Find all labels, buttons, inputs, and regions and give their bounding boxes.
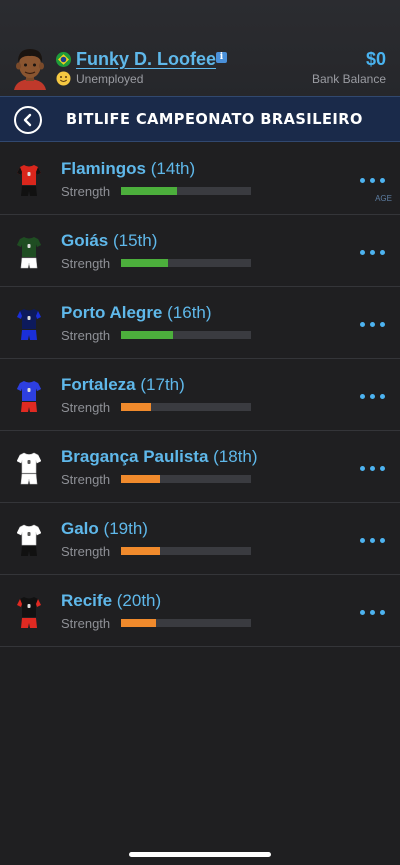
strength-fill xyxy=(121,403,151,411)
team-name: Fortaleza xyxy=(61,375,136,394)
back-button[interactable] xyxy=(14,106,42,134)
team-row[interactable]: Porto Alegre (16th) Strength xyxy=(0,287,400,359)
strength-label: Strength xyxy=(61,400,111,415)
strength-bar xyxy=(121,187,251,195)
team-rank: (14th) xyxy=(150,159,196,178)
team-rank: (20th) xyxy=(116,591,162,610)
strength-fill xyxy=(121,619,157,627)
team-row[interactable]: Recife (20th) Strength xyxy=(0,575,400,647)
strength-fill xyxy=(121,331,173,339)
strength-label: Strength xyxy=(61,544,111,559)
team-name: Recife xyxy=(61,591,113,610)
profile-header: Funky D. Loofee i Unemployed $0 Bank Bal… xyxy=(0,0,400,96)
team-name: Porto Alegre xyxy=(61,303,163,322)
strength-bar xyxy=(121,403,251,411)
strength-label: Strength xyxy=(61,616,111,631)
navy-blue-jersey-icon xyxy=(17,309,41,340)
team-name: Bragança Paulista xyxy=(61,447,209,466)
team-rank: (17th) xyxy=(140,375,185,394)
team-row[interactable]: Fortaleza (17th) Strength xyxy=(0,359,400,431)
more-options-button[interactable] xyxy=(360,170,388,190)
blue-red-jersey-icon xyxy=(17,381,41,412)
more-options-button[interactable] xyxy=(360,314,388,334)
more-options-button[interactable] xyxy=(360,458,388,478)
info-icon[interactable]: i xyxy=(216,52,227,63)
chevron-left-icon xyxy=(23,113,32,127)
league-header: BITLIFE CAMPEONATO BRASILEIRO AGE xyxy=(0,96,400,203)
white-jersey-icon xyxy=(17,452,41,485)
team-name: Flamingos xyxy=(61,159,147,178)
team-name: Galo xyxy=(61,519,99,538)
strength-label: Strength xyxy=(61,328,111,343)
team-rank: (15th) xyxy=(112,231,158,250)
strength-fill xyxy=(121,475,160,483)
strength-bar xyxy=(121,619,251,627)
green-white-jersey-icon xyxy=(17,237,41,269)
bank-balance-label: Bank Balance xyxy=(311,72,386,86)
occupation-status: Unemployed xyxy=(76,72,144,86)
black-red-jersey-icon xyxy=(17,597,41,628)
avatar[interactable] xyxy=(10,46,50,90)
team-rank: (16th) xyxy=(167,303,212,322)
team-row[interactable]: Galo (19th) Strength xyxy=(0,503,400,575)
character-name-link[interactable]: Funky D. Loofee xyxy=(76,49,216,70)
smiley-face-icon xyxy=(56,71,71,86)
home-indicator[interactable] xyxy=(129,852,271,857)
more-options-button[interactable] xyxy=(360,530,388,550)
strength-bar xyxy=(121,331,251,339)
strength-label: Strength xyxy=(61,256,111,271)
more-options-button[interactable] xyxy=(360,242,388,262)
strength-label: Strength xyxy=(61,472,111,487)
more-options-button[interactable] xyxy=(360,386,388,406)
strength-fill xyxy=(121,187,177,195)
strength-bar xyxy=(121,475,251,483)
team-name: Goiás xyxy=(61,231,109,250)
more-options-button[interactable] xyxy=(360,602,388,622)
strength-fill xyxy=(121,259,168,267)
team-row[interactable]: Bragança Paulista (18th) Strength xyxy=(0,431,400,503)
white-black-jersey-icon xyxy=(17,524,41,556)
strength-bar xyxy=(121,547,251,555)
league-title: BITLIFE CAMPEONATO BRASILEIRO xyxy=(66,110,363,128)
brazil-flag-icon xyxy=(56,52,71,67)
strength-bar xyxy=(121,259,251,267)
red-black-jersey-icon xyxy=(17,165,41,196)
team-row[interactable]: Flamingos (14th) Strength xyxy=(0,143,400,215)
team-row[interactable]: Goiás (15th) Strength xyxy=(0,215,400,287)
strength-label: Strength xyxy=(61,184,111,199)
strength-fill xyxy=(121,547,160,555)
team-rank: (18th) xyxy=(213,447,258,466)
team-rank: (19th) xyxy=(103,519,148,538)
team-list: Flamingos (14th) Strength Goiás (15th) S… xyxy=(0,143,400,647)
bank-balance-value: $0 xyxy=(365,49,386,69)
